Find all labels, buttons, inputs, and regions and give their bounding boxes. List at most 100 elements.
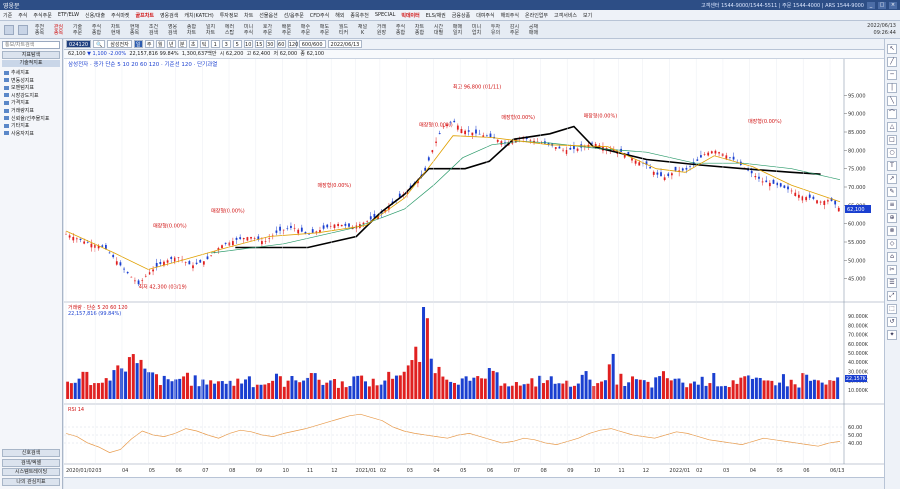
minimize-button[interactable]: _ [867,1,875,9]
menu-item[interactable]: 금융상품 [452,12,470,19]
menu-item[interactable]: 온라인업무 [525,12,548,19]
interval-button[interactable]: 15 [254,40,264,48]
period-button[interactable]: 틱 [199,40,209,48]
drawing-tool-icon[interactable]: │ [887,83,897,93]
drawing-tool-icon[interactable]: ─ [887,70,897,80]
sidebar-tab[interactable]: 지표탐색 [2,51,60,59]
menu-item[interactable]: 캐치(KATCH) [184,12,213,19]
menu-item[interactable]: ELS/채권 [426,12,446,19]
sidebar-item[interactable]: 변동성지표 [4,78,60,85]
close-button[interactable]: × [889,1,897,9]
toolbar-button[interactable]: 매매 일지 [448,24,467,36]
interval-button[interactable]: 10 [243,40,253,48]
menu-item[interactable]: 대여주식 [476,12,494,19]
sidebar-item[interactable]: 추세지표 [4,70,60,77]
interval-button[interactable]: 3 [221,40,231,48]
toolbar-button[interactable]: 영웅 검색 [163,24,182,36]
sidebar-item[interactable]: 거래량지표 [4,108,60,115]
period-button[interactable]: 분 [177,40,187,48]
interval-button[interactable]: 5 [232,40,242,48]
sidebar-bottom-button[interactable]: 시스템트레이딩 [2,468,60,477]
drawing-tool-icon[interactable]: ☰ [887,278,897,288]
toolbar-button[interactable]: 일지 차트 [201,24,220,36]
toolbar-button[interactable]: 미니 업치 [467,24,486,36]
drawing-tool-icon[interactable]: ⊕ [887,213,897,223]
interval-button[interactable]: 30 [265,40,275,48]
toolbar-button[interactable]: 매수 주문 [296,24,315,36]
period-button[interactable]: 초 [188,40,198,48]
toolbar-button[interactable]: 월드 티커 [334,24,353,36]
favorites-icon[interactable] [18,24,28,35]
drawing-tool-icon[interactable]: ⌒ [887,109,897,119]
menu-item[interactable]: 주식주문 [33,12,51,19]
menu-item[interactable]: 신용/대출 [85,12,105,19]
menu-item[interactable]: 투자정보 [220,12,238,19]
toolbar-button[interactable]: 투자 유의 [486,24,505,36]
menu-item[interactable]: 선/옵주문 [284,12,304,19]
drawing-tool-icon[interactable]: ✂ [887,265,897,275]
interval-button[interactable]: 1 [210,40,220,48]
menu-item[interactable]: 종목추천 [350,12,368,19]
drawing-tool-icon[interactable]: ≡ [887,200,897,210]
toolbar-button[interactable]: 조건 검색 [144,24,163,36]
period-button[interactable]: 년 [166,40,176,48]
toolbar-button[interactable]: 공채 매매 [524,24,543,36]
drawing-tool-icon[interactable]: ╱ [887,57,897,67]
date-input[interactable]: 2022/06/13 [327,40,363,48]
menu-item[interactable]: 주식 [18,12,27,19]
toolbar-button[interactable]: 감시 주문 [505,24,524,36]
home-icon[interactable] [4,24,14,35]
toolbar-button[interactable]: 호가 주문 [258,24,277,36]
sidebar-item[interactable]: 신뢰율/선주물지표 [4,116,60,123]
menu-item[interactable]: 주식마켓 [111,12,129,19]
interval-button[interactable]: 120 [287,40,298,48]
drawing-tool-icon[interactable]: T [887,161,897,171]
menu-item[interactable]: CFD주식 [310,12,329,19]
drawing-tool-icon[interactable]: △ [887,122,897,132]
sidebar-item[interactable]: 모멘텀지표 [4,85,60,92]
menu-item[interactable]: 골프차트 [136,12,154,19]
toolbar-button[interactable]: 주식 종합 [87,24,106,36]
stock-chart[interactable]: 삼성전자 · 종가 단순 5 10 20 60 120 · 기준선 120 · … [64,59,884,477]
toolbar-button[interactable]: 거래 원장 [372,24,391,36]
drawing-tool-icon[interactable]: ✎ [887,187,897,197]
interval-button[interactable]: 60 [276,40,286,48]
indicator-search-input[interactable]: 통보/차트검색 [2,41,60,49]
sidebar-bottom-button[interactable]: 나의 관심지표 [2,477,60,486]
toolbar-button[interactable]: 기술 주문 [68,24,87,36]
menu-item[interactable]: SPECIAL [375,12,396,18]
sidebar-bottom-button[interactable]: 신호검색 [2,449,60,457]
stock-code-input[interactable]: 024120 [66,40,92,48]
toolbar-button[interactable]: 배분 주문 [277,24,296,36]
menu-item[interactable]: 빅데이터 [401,12,419,19]
sidebar-item[interactable]: 사용자지표 [4,131,60,138]
drawing-tool-icon[interactable]: ⤢ [887,291,897,301]
toolbar-button[interactable]: 채널 K [353,24,372,36]
toolbar-button[interactable]: 현재 종목 [125,24,144,36]
period-button[interactable]: 주 [144,40,154,48]
drawing-tool-icon[interactable]: ╲ [887,96,897,106]
drawing-tool-icon[interactable]: ↺ [887,317,897,327]
data-count[interactable]: 600/600 [298,40,326,48]
drawing-tool-icon[interactable]: ✦ [887,330,897,340]
menu-item[interactable]: 영웅검색 [160,12,178,19]
menu-item[interactable]: 기준 [3,12,12,19]
drawing-tool-icon[interactable]: ↗ [887,174,897,184]
toolbar-button[interactable]: 주식 종합 [391,24,410,36]
drawing-tool-icon[interactable]: ⌂ [887,252,897,262]
maximize-button[interactable]: □ [878,1,886,9]
sidebar-item[interactable]: 시장강도지표 [4,93,60,100]
drawing-tool-icon[interactable]: ⊗ [887,226,897,236]
toolbar-button[interactable]: 미니 주식 [239,24,258,36]
toolbar-button[interactable]: 추천 종목 [30,24,49,36]
menu-item[interactable]: 해외 [335,12,344,19]
menu-item[interactable]: 선물옵션 [259,12,277,19]
drawing-tool-icon[interactable]: ◇ [887,239,897,249]
menu-item[interactable]: ETF/ELW [58,12,79,18]
drawing-tool-icon[interactable]: ⬚ [887,304,897,314]
menu-item[interactable]: 차트 [244,12,253,19]
toolbar-button[interactable]: 시간 대별 [429,24,448,36]
menu-item[interactable]: 고객서비스 [554,12,577,19]
menu-item[interactable]: 해외주식 [501,12,519,19]
drawing-tool-icon[interactable]: ↖ [887,44,897,54]
